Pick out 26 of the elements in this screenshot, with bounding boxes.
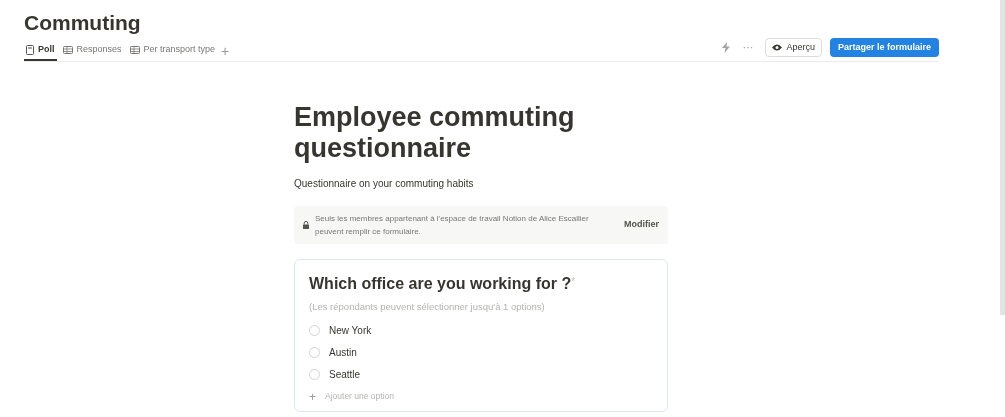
document-icon (26, 44, 34, 55)
share-button[interactable]: Partager le formulaire (829, 38, 939, 57)
required-mark: * (571, 275, 576, 287)
view-tab[interactable]: Poll (24, 40, 57, 61)
preview-button[interactable]: Aperçu (765, 38, 822, 57)
lock-icon (303, 221, 309, 229)
form-title: Employee commuting questionnaire (294, 102, 576, 164)
scrollbar[interactable] (1000, 0, 1005, 315)
table-icon (62, 45, 73, 54)
eye-icon (772, 44, 783, 51)
question-hint: (Les répondants peuvent sélectionner jusqu'à 1 options) (309, 300, 546, 314)
question-title: Which office are you working for ? (309, 274, 572, 294)
table-icon (129, 45, 140, 54)
option-label: New York (329, 324, 372, 339)
add-option-icon[interactable]: + (309, 390, 316, 403)
view-tab[interactable]: Per transport type (127, 40, 218, 61)
option-label: Seattle (329, 368, 361, 383)
view-tab[interactable]: Responses (60, 40, 124, 61)
more-button[interactable]: ··· (738, 39, 758, 56)
page-title: Commuting (24, 10, 142, 36)
form-description: Questionnaire on your commuting habits (294, 177, 475, 191)
add-tab-button[interactable]: + (221, 43, 230, 58)
lightning-icon[interactable] (722, 42, 731, 53)
notice-text: Seuls les membres appartenant à l'espace de travail Notion de Alice Escallier peuvent remplir ce formulaire. (315, 213, 590, 238)
modify-button[interactable]: Modifier (624, 218, 659, 232)
option-label: Austin (329, 346, 357, 361)
